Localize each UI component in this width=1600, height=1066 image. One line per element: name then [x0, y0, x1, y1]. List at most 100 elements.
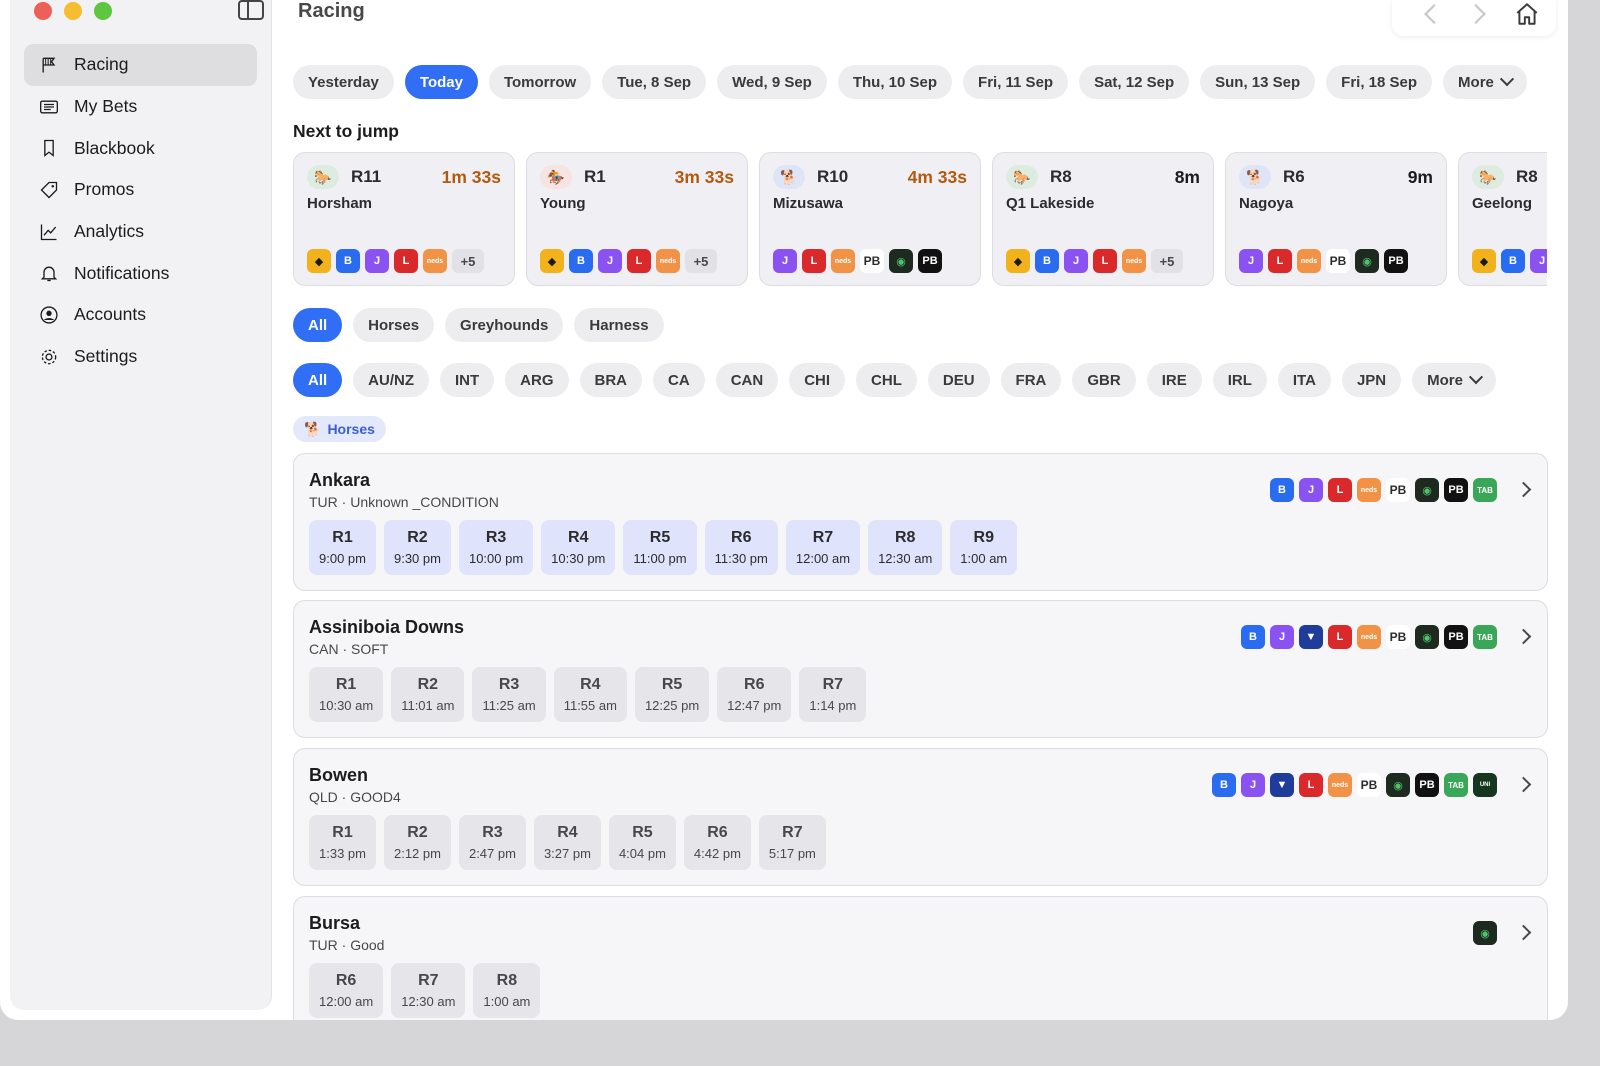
region-chip[interactable]: IRL [1212, 363, 1267, 397]
race-button[interactable]: R3 11:25 am [472, 667, 546, 722]
race-button[interactable]: R4 3:27 pm [533, 815, 601, 870]
race-type-chip[interactable]: All [293, 308, 343, 342]
day-chip[interactable]: Sun, 13 Sep [1200, 65, 1316, 99]
race-button[interactable]: R4 10:30 pm [541, 520, 616, 575]
zoom-window-button[interactable] [94, 2, 112, 20]
day-chip[interactable]: Thu, 10 Sep [837, 65, 953, 99]
race-type-chip[interactable]: Greyhounds [445, 308, 564, 342]
active-filter-tag[interactable]: 🐕 Horses [293, 416, 386, 442]
region-chip[interactable]: CAN [715, 363, 779, 397]
race-button[interactable]: R6 12:47 pm [717, 667, 792, 722]
region-chip[interactable]: CA [653, 363, 705, 397]
sidebar-item-promos[interactable]: Promos [24, 169, 257, 211]
back-icon[interactable] [1418, 1, 1444, 27]
sidebar-toggle-icon[interactable] [238, 0, 264, 20]
race-button[interactable]: R4 11:55 am [553, 667, 627, 722]
sidebar-item-blackbook[interactable]: Blackbook [24, 127, 257, 169]
race-button[interactable]: R5 12:25 pm [634, 667, 710, 722]
meeting-card[interactable]: Bowen QLD · GOOD4 B J ▼ Lneds PB ◉ PB TAB UNI R1 1:3… [293, 748, 1548, 886]
region-chip[interactable]: ITA [1277, 363, 1331, 397]
region-chip[interactable]: GBR [1072, 363, 1136, 397]
sidebar-item-accounts[interactable]: Accounts [24, 294, 257, 336]
race-button[interactable]: R2 11:01 am [391, 667, 465, 722]
race-time: 10:00 pm [468, 551, 524, 566]
meeting-card[interactable]: Assiniboia Downs CAN · SOFT B J ▼ Lneds PB ◉ PB T… [293, 600, 1548, 738]
race-time: 2:12 pm [393, 846, 441, 861]
day-chip[interactable]: Yesterday [293, 65, 394, 99]
greyhound-icon: 🐕 [1239, 165, 1271, 189]
race-button[interactable]: R1 1:33 pm [309, 815, 376, 870]
race-button[interactable]: R7 5:17 pm [758, 815, 826, 870]
race-button[interactable]: R8 1:00 am [473, 963, 541, 1018]
playup-logo-icon: PB [1384, 249, 1408, 273]
race-number: R5 [649, 529, 671, 546]
card-header: 🏇 R1 3m 33s [540, 165, 734, 189]
sidebar-item-settings[interactable]: Settings [24, 336, 257, 378]
region-chip[interactable]: AU/NZ [353, 363, 429, 397]
region-chip[interactable]: IRE [1146, 363, 1202, 397]
meeting-name: Bursa [309, 913, 361, 933]
home-icon[interactable] [1514, 1, 1540, 27]
dabble-logo-icon: J [1241, 773, 1265, 797]
sidebar-item-analytics[interactable]: Analytics [24, 211, 257, 253]
sidebar-item-my-bets[interactable]: My Bets [24, 86, 257, 128]
race-type-chip[interactable]: Harness [574, 308, 664, 342]
race-button[interactable]: R5 11:00 pm [623, 520, 697, 575]
next-to-jump-card[interactable]: 🏇 R1 3m 33s Young ◆ B J Lneds +5 [526, 152, 748, 286]
region-chip[interactable]: INT [440, 363, 495, 397]
meeting-card[interactable]: Bursa TUR · Good ◉ R6 12:00 am R7 12:30 am R8 1:… [293, 896, 1548, 1020]
next-to-jump-card[interactable]: 🐕 R10 4m 33s Mizusawa J Lneds PB ◉ PB [759, 152, 981, 286]
race-type-chip[interactable]: Horses [353, 308, 435, 342]
race-button[interactable]: R7 12:00 am [785, 520, 861, 575]
next-to-jump-card[interactable]: 🐎 R11 1m 33s Horsham ◆ B J Lneds +5 [293, 152, 515, 286]
day-chip[interactable]: Fri, 11 Sep [963, 65, 1069, 99]
race-button[interactable]: R9 1:00 am [950, 520, 1018, 575]
bookmaker-list: ◆ B J Lneds +5 [1006, 249, 1183, 273]
day-chip[interactable]: Sat, 12 Sep [1079, 65, 1190, 99]
race-button[interactable]: R8 12:30 am [868, 520, 943, 575]
region-chip[interactable]: JPN [1341, 363, 1402, 397]
race-time: 11:01 am [401, 698, 455, 713]
race-button[interactable]: R3 10:00 pm [458, 520, 534, 575]
race-button[interactable]: R1 9:00 pm [309, 520, 376, 575]
next-to-jump-card[interactable]: 🐕 R6 9m Nagoya J Lneds PB ◉ PB [1225, 152, 1447, 286]
race-button[interactable]: R2 9:30 pm [383, 520, 451, 575]
sidebar-item-notifications[interactable]: Notifications [24, 252, 257, 294]
next-to-jump-card[interactable]: 🐎 R8 8m Q1 Lakeside ◆ B J Lneds +5 [992, 152, 1214, 286]
race-button[interactable]: R2 2:12 pm [383, 815, 451, 870]
day-more-button[interactable]: More [1443, 65, 1527, 99]
race-button[interactable]: R6 4:42 pm [683, 815, 751, 870]
day-chip[interactable]: Tomorrow [488, 65, 592, 99]
day-chip[interactable]: Tue, 8 Sep [602, 65, 707, 99]
race-button[interactable]: R7 12:30 am [391, 963, 466, 1018]
meeting-name: Assiniboia Downs [309, 617, 465, 637]
region-chip[interactable]: All [293, 363, 343, 397]
forward-icon[interactable] [1466, 1, 1492, 27]
chevron-right-icon[interactable] [1515, 481, 1532, 498]
race-button[interactable]: R6 12:00 am [309, 963, 384, 1018]
race-button[interactable]: R7 1:14 pm [799, 667, 867, 722]
day-chip[interactable]: Today [404, 65, 478, 99]
race-button[interactable]: R5 4:04 pm [608, 815, 676, 870]
chevron-right-icon[interactable] [1515, 924, 1532, 941]
region-chip[interactable]: FRA [1000, 363, 1062, 397]
race-button[interactable]: R6 11:30 pm [704, 520, 778, 575]
region-chip[interactable]: ARG [505, 363, 569, 397]
pointsbet-logo-icon: PB [1386, 625, 1410, 649]
day-chip[interactable]: Wed, 9 Sep [717, 65, 827, 99]
sidebar-item-racing[interactable]: Racing [24, 44, 257, 86]
close-window-button[interactable] [34, 2, 52, 20]
region-chip[interactable]: DEU [927, 363, 990, 397]
minimize-window-button[interactable] [64, 2, 82, 20]
region-chip[interactable]: CHL [856, 363, 917, 397]
chevron-right-icon[interactable] [1515, 628, 1532, 645]
meeting-card[interactable]: Ankara TUR · Unknown _CONDITION B J Lneds PB ◉… [293, 453, 1548, 591]
region-chip[interactable]: BRA [579, 363, 643, 397]
chevron-right-icon[interactable] [1515, 776, 1532, 793]
region-chip[interactable]: CHI [789, 363, 846, 397]
race-button[interactable]: R3 2:47 pm [458, 815, 526, 870]
next-to-jump-card[interactable]: 🐎 R8 Geelong ◆ B J [1458, 152, 1547, 286]
region-more-button[interactable]: More [1412, 363, 1496, 397]
race-button[interactable]: R1 10:30 am [309, 667, 384, 722]
day-chip[interactable]: Fri, 18 Sep [1326, 65, 1433, 99]
